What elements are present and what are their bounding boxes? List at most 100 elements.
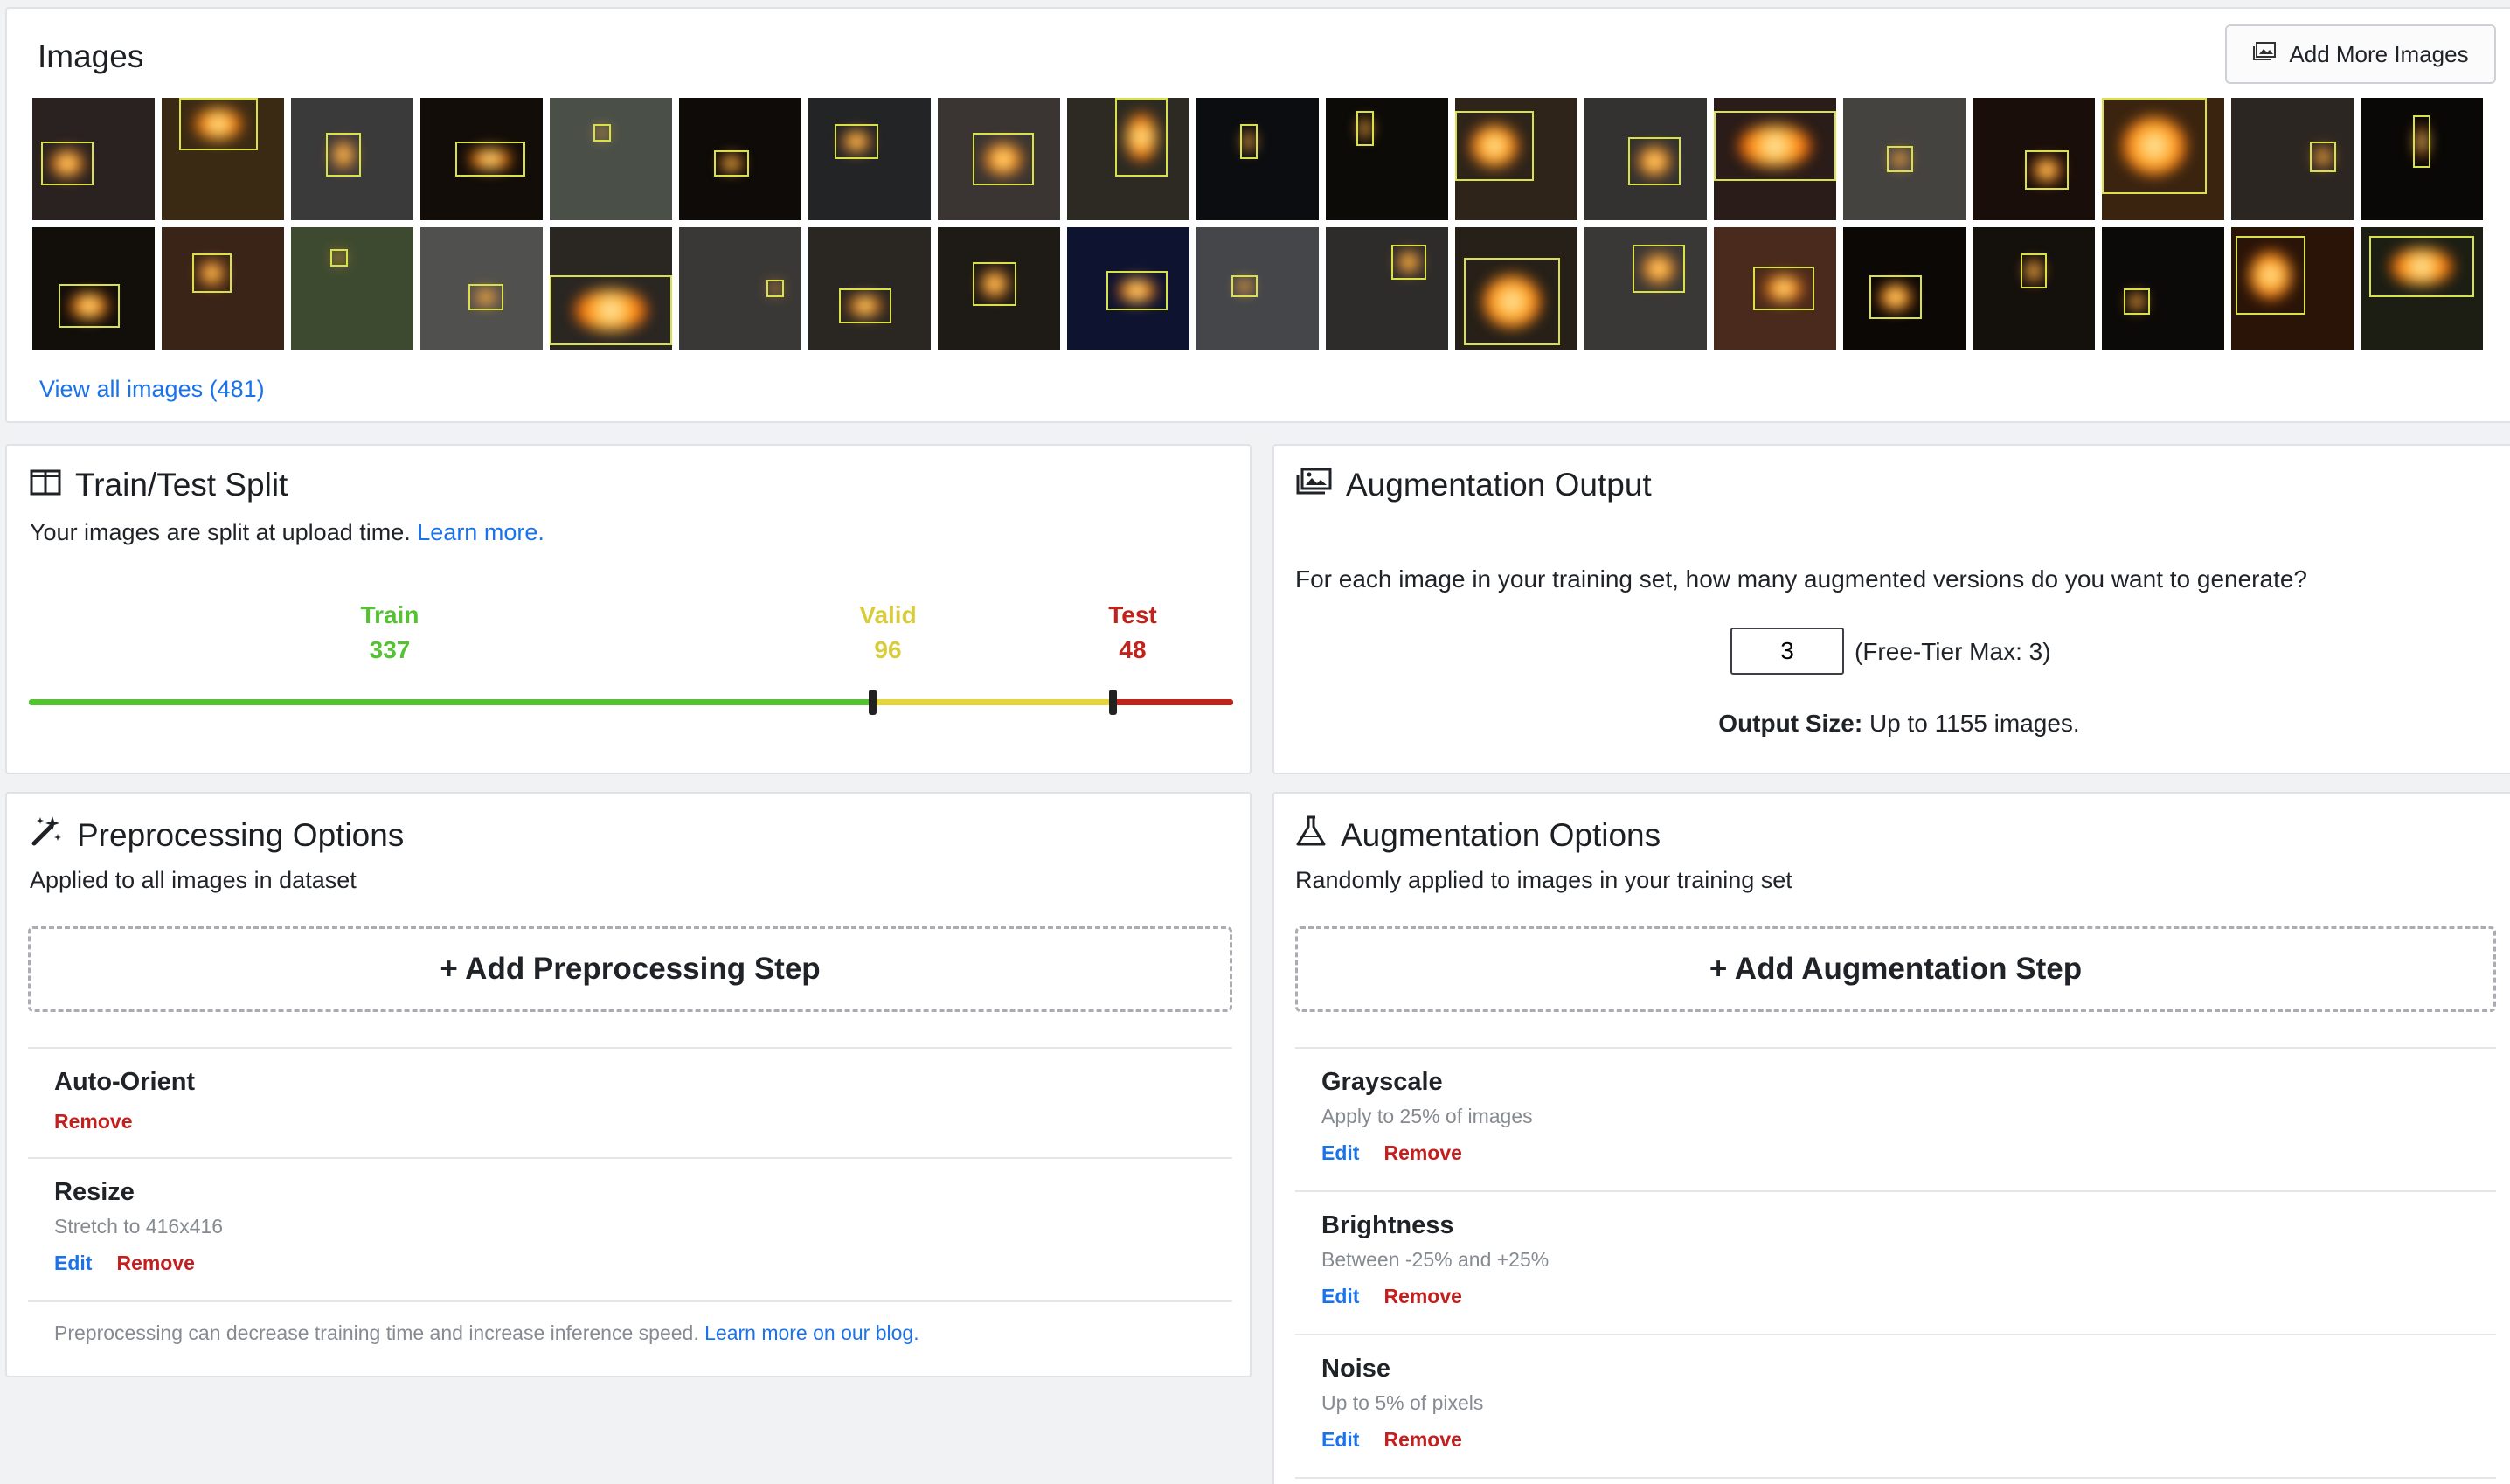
image-thumbnail[interactable]	[1973, 98, 2095, 220]
test-label-group: Test 48	[1045, 598, 1220, 668]
image-thumbnail[interactable]	[291, 98, 413, 220]
image-thumbnail[interactable]	[1584, 98, 1707, 220]
split-columns-icon	[30, 467, 61, 503]
preprocessing-title-row: Preprocessing Options	[30, 815, 404, 856]
bounding-box	[1464, 258, 1560, 345]
step-name: Brightness	[1321, 1211, 1454, 1239]
augmentation-step-grayscale: Grayscale Apply to 25% of images Edit Re…	[1295, 1047, 2496, 1190]
bounding-box	[1231, 275, 1258, 297]
remove-link[interactable]: Remove	[54, 1110, 132, 1134]
image-thumbnail[interactable]	[808, 98, 931, 220]
image-thumbnail[interactable]	[1196, 227, 1319, 350]
image-thumbnail[interactable]	[679, 98, 801, 220]
split-learn-more-link[interactable]: Learn more.	[417, 519, 544, 545]
preprocessing-title: Preprocessing Options	[77, 816, 405, 853]
image-thumbnail[interactable]	[2231, 227, 2354, 350]
bounding-box	[1115, 98, 1168, 177]
augmentation-title: Augmentation Options	[1341, 816, 1661, 853]
edit-link[interactable]: Edit	[1321, 1141, 1359, 1165]
image-thumbnail[interactable]	[2361, 98, 2483, 220]
augmentation-subtitle: Randomly applied to images in your train…	[1295, 867, 1792, 893]
image-thumbnail[interactable]	[162, 227, 284, 350]
train-test-split-panel: Train/Test Split Your images are split a…	[5, 444, 1252, 774]
bounding-box	[1633, 245, 1685, 293]
image-thumbnail[interactable]	[162, 98, 284, 220]
image-thumbnail[interactable]	[550, 98, 672, 220]
bounding-box	[973, 133, 1034, 185]
image-thumbnail[interactable]	[1067, 98, 1189, 220]
image-thumbnail[interactable]	[1067, 227, 1189, 350]
bounding-box	[1391, 245, 1426, 280]
bounding-box	[326, 133, 361, 177]
image-thumbnail[interactable]	[2102, 98, 2224, 220]
edit-link[interactable]: Edit	[54, 1252, 92, 1275]
remove-link[interactable]: Remove	[1383, 1285, 1461, 1308]
test-label: Test	[1108, 601, 1157, 628]
flask-icon	[1295, 815, 1327, 856]
image-thumbnail[interactable]	[32, 98, 155, 220]
images-icon	[2252, 41, 2277, 68]
image-thumbnail[interactable]	[291, 227, 413, 350]
split-handle-train-valid[interactable]	[869, 690, 877, 715]
split-valid-segment	[872, 699, 1113, 705]
image-thumbnail[interactable]	[420, 98, 543, 220]
step-description: Stretch to 416x416	[54, 1215, 224, 1238]
remove-link[interactable]: Remove	[1383, 1428, 1461, 1452]
image-thumbnail[interactable]	[550, 227, 672, 350]
image-thumbnail[interactable]	[1584, 227, 1707, 350]
add-more-images-button[interactable]: Add More Images	[2225, 24, 2496, 84]
split-slider-track[interactable]	[29, 699, 1233, 705]
preprocessing-step-auto-orient: Auto-Orient Remove	[28, 1047, 1232, 1157]
output-size-row: Output Size: Up to 1155 images.	[1274, 710, 2510, 738]
augmented-versions-input[interactable]	[1730, 628, 1844, 675]
image-thumbnail[interactable]	[938, 227, 1060, 350]
bounding-box	[714, 150, 749, 177]
step-description: Apply to 25% of images	[1321, 1105, 1533, 1127]
bounding-box	[2102, 98, 2207, 194]
image-thumbnail[interactable]	[1843, 98, 1966, 220]
image-thumbnail[interactable]	[1196, 98, 1319, 220]
bounding-box	[2236, 236, 2305, 315]
add-augmentation-step-button[interactable]: + Add Augmentation Step	[1295, 926, 2496, 1012]
bounding-box	[593, 124, 611, 142]
aug-output-question: For each image in your training set, how…	[1295, 565, 2307, 593]
image-thumbnail[interactable]	[32, 227, 155, 350]
split-handle-valid-test[interactable]	[1109, 690, 1118, 715]
edit-link[interactable]: Edit	[1321, 1285, 1359, 1308]
image-thumbnail[interactable]	[1973, 227, 2095, 350]
bounding-box	[973, 262, 1016, 306]
image-thumbnail[interactable]	[1714, 98, 1836, 220]
train-label-group: Train 337	[302, 598, 477, 668]
preprocessing-blog-link[interactable]: Learn more on our blog.	[704, 1321, 919, 1344]
step-actions: Edit Remove	[54, 1252, 195, 1275]
step-name: Resize	[54, 1178, 135, 1206]
add-preprocessing-step-button[interactable]: + Add Preprocessing Step	[28, 926, 1232, 1012]
image-thumbnail[interactable]	[2231, 98, 2354, 220]
preprocessing-options-panel: Preprocessing Options Applied to all ima…	[5, 792, 1252, 1377]
image-thumbnail[interactable]	[1714, 227, 1836, 350]
remove-link[interactable]: Remove	[1383, 1141, 1461, 1165]
image-thumbnail[interactable]	[679, 227, 801, 350]
train-label: Train	[360, 601, 419, 628]
image-thumbnail[interactable]	[1326, 227, 1448, 350]
image-thumbnail[interactable]	[1455, 98, 1577, 220]
image-thumbnail[interactable]	[2361, 227, 2483, 350]
image-thumbnail[interactable]	[1326, 98, 1448, 220]
image-thumbnail[interactable]	[2102, 227, 2224, 350]
image-thumbnail[interactable]	[420, 227, 543, 350]
images-title: Images	[38, 38, 144, 74]
image-thumbnail[interactable]	[808, 227, 931, 350]
view-all-images-link[interactable]: View all images (481)	[39, 376, 265, 403]
image-thumbnail[interactable]	[1455, 227, 1577, 350]
remove-link[interactable]: Remove	[116, 1252, 194, 1275]
preprocessing-step-resize: Resize Stretch to 416x416 Edit Remove	[28, 1157, 1232, 1300]
bounding-box	[839, 288, 891, 323]
bounding-box	[835, 124, 878, 159]
edit-link[interactable]: Edit	[1321, 1428, 1359, 1452]
image-thumbnail[interactable]	[938, 98, 1060, 220]
augmentation-title-row: Augmentation Options	[1295, 815, 1661, 856]
image-thumbnail[interactable]	[1843, 227, 1966, 350]
free-tier-max-hint: (Free-Tier Max: 3)	[1855, 638, 2051, 665]
bounding-box	[1455, 111, 1534, 181]
train-count: 337	[369, 636, 411, 663]
